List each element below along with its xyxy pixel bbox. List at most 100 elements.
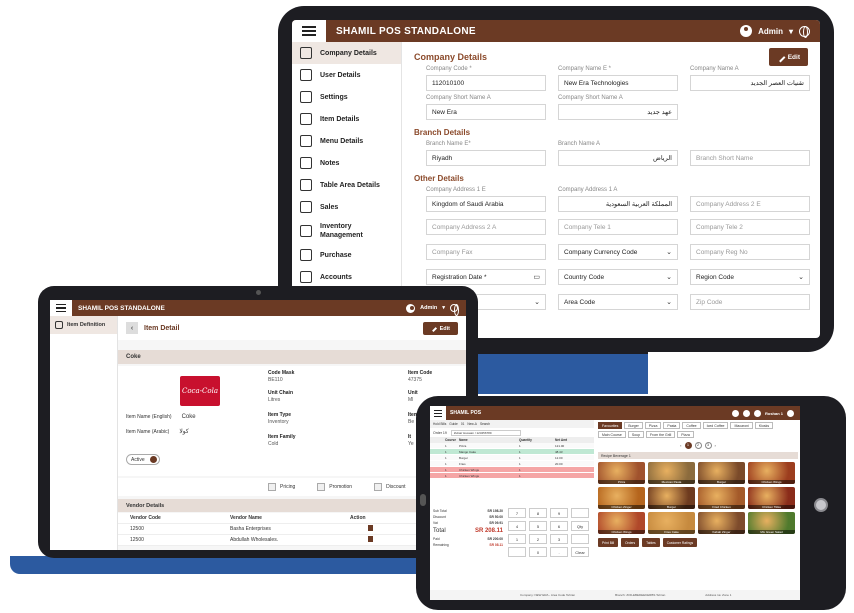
chevron-down-icon[interactable]: ▾ — [789, 27, 793, 36]
food-item[interactable]: Fried Chicken — [698, 487, 745, 509]
branch-name-e-field[interactable]: Riyadh — [426, 150, 546, 166]
keypad-key[interactable]: 0 — [529, 547, 547, 557]
edit-button[interactable]: Edit — [422, 322, 458, 335]
food-item[interactable]: Fries Cake — [648, 512, 695, 534]
category-tab[interactable]: Coffee — [682, 422, 701, 429]
address1e-field[interactable]: Kingdom of Saudi Arabia — [426, 196, 546, 212]
keypad-key[interactable]: 1 — [508, 534, 526, 544]
sidebar-item-purchase[interactable]: Purchase — [292, 244, 401, 266]
food-item[interactable]: Burger — [648, 487, 695, 509]
keypad-key[interactable]: 8 — [529, 508, 547, 518]
registration-date-field[interactable]: Registration Date * ▭ — [426, 269, 546, 285]
category-tab[interactable]: Macaroni — [730, 422, 753, 429]
keypad-key[interactable]: 5 — [529, 521, 547, 531]
customer-field[interactable]: Zubair Hussain / 123456789 — [450, 429, 521, 436]
status-icon[interactable] — [753, 409, 761, 417]
sidebar-item-inventory[interactable]: Inventory Management — [292, 218, 401, 244]
keypad-key[interactable]: . — [550, 547, 568, 557]
pricing-checkbox[interactable]: Pricing — [268, 483, 295, 491]
category-tab[interactable]: Kiosks — [754, 422, 774, 429]
chevron-down-icon[interactable]: ▾ — [442, 305, 445, 311]
sidebar-item-menu-details[interactable]: Menu Details — [292, 130, 401, 152]
status-icon[interactable] — [742, 409, 750, 417]
sidebar-item-accounts[interactable]: Accounts — [292, 266, 401, 288]
food-item[interactable]: Chicken Zinger — [598, 487, 645, 509]
address2a-field[interactable]: Company Address 2 A — [426, 219, 546, 235]
food-item[interactable]: Pizza — [598, 462, 645, 484]
delete-icon[interactable] — [368, 525, 373, 531]
action-button[interactable]: Tables — [642, 538, 660, 547]
keypad-key[interactable] — [508, 547, 526, 557]
category-tab[interactable]: Burger — [624, 422, 643, 429]
chevron-right-icon[interactable]: › — [715, 443, 716, 448]
region-select[interactable]: Region Code ⌄ — [690, 269, 810, 285]
category-tab[interactable]: Favourites — [598, 422, 623, 429]
food-item[interactable]: Mix Green Salad — [748, 512, 795, 534]
sidebar-item-table-area-details[interactable]: Table Area Details — [292, 174, 401, 196]
category-tab[interactable]: Pasta — [663, 422, 681, 429]
keypad-key[interactable]: Qty — [571, 521, 589, 531]
page-button[interactable]: 2 — [694, 441, 702, 449]
address2e-field[interactable]: Company Address 2 E — [690, 196, 810, 212]
tele2-field[interactable]: Company Tele 2 — [690, 219, 810, 235]
short-name-e-field[interactable]: New Era — [426, 104, 546, 120]
user-name[interactable]: Admin — [758, 27, 783, 36]
company-name-a-field[interactable]: تقنيات العصر الجديد — [690, 75, 810, 91]
sidebar-item-notes[interactable]: Notes — [292, 152, 401, 174]
promotion-checkbox[interactable]: Promotion — [317, 483, 352, 491]
tablet-home-button[interactable] — [814, 498, 828, 512]
action-button[interactable]: Orders — [621, 538, 640, 547]
keypad-key[interactable] — [571, 508, 589, 518]
keypad-key[interactable]: 6 — [550, 521, 568, 531]
page-button[interactable]: 1 — [684, 441, 692, 449]
toolbar-table[interactable]: 01 — [461, 422, 465, 426]
user-avatar-icon[interactable] — [406, 303, 416, 313]
action-button[interactable]: Customer Ratings — [662, 538, 698, 547]
food-item[interactable]: Mexican Pasta — [648, 462, 695, 484]
discount-checkbox[interactable]: Discount — [374, 483, 406, 491]
category-tab[interactable]: Iced Coffee — [702, 422, 729, 429]
delete-icon[interactable] — [368, 536, 373, 542]
keypad-key[interactable]: 7 — [508, 508, 526, 518]
page-button[interactable]: 3 — [704, 441, 712, 449]
reg-no-field[interactable]: Company Reg No — [690, 244, 810, 260]
sidebar-item-sales[interactable]: Sales — [292, 196, 401, 218]
toolbar-hold-bills[interactable]: Hold Bills — [433, 422, 446, 426]
branch-name-a-field[interactable]: الرياض — [558, 150, 678, 166]
action-button[interactable]: Print Bill — [598, 538, 619, 547]
hamburger-menu-icon[interactable] — [50, 300, 72, 316]
zip-field[interactable]: Zip Code — [690, 294, 810, 310]
keypad-key[interactable]: 3 — [550, 534, 568, 544]
edit-button[interactable]: Edit — [768, 48, 808, 66]
sidebar-item-company-details[interactable]: Company Details — [292, 42, 401, 64]
user-avatar-icon[interactable] — [740, 25, 753, 37]
company-code-field[interactable]: 112010100 — [426, 75, 546, 91]
keypad-key[interactable]: Clear — [571, 547, 589, 557]
active-toggle[interactable]: Active — [126, 454, 160, 465]
country-select[interactable]: Country Code ⌄ — [558, 269, 678, 285]
hamburger-menu-icon[interactable] — [292, 20, 326, 42]
order-line[interactable]: 1 Chicken Wings 1 — [430, 473, 594, 479]
language-globe-icon[interactable] — [787, 409, 794, 417]
language-globe-icon[interactable] — [450, 304, 459, 316]
company-name-e-field[interactable]: New Era Technologies — [558, 75, 678, 91]
food-item[interactable]: Burger — [698, 462, 745, 484]
currency-select[interactable]: Company Currency Code ⌄ — [558, 244, 678, 260]
food-item[interactable]: Chicken Wings — [598, 512, 645, 534]
category-tab[interactable]: Pizza — [644, 422, 662, 429]
toolbar-search[interactable]: Search — [480, 422, 490, 426]
language-globe-icon[interactable] — [799, 25, 810, 38]
status-icon[interactable] — [731, 409, 739, 417]
fax-field[interactable]: Company Fax — [426, 244, 546, 260]
sidebar-item-user-details[interactable]: User Details — [292, 64, 401, 86]
user-name[interactable]: Admin — [420, 305, 437, 311]
keypad-key[interactable]: 2 — [529, 534, 547, 544]
food-item[interactable]: Chicken Tikka — [748, 487, 795, 509]
category-tab[interactable]: Pizza — [677, 431, 694, 438]
keypad-key[interactable] — [571, 534, 589, 544]
branch-short-name-field[interactable]: Branch Short Name — [690, 150, 810, 166]
short-name-a-field[interactable]: عهد جديد — [558, 104, 678, 120]
toolbar-new[interactable]: New-A — [467, 422, 477, 426]
sidebar-item-item-details[interactable]: Item Details — [292, 108, 401, 130]
address1a-field[interactable]: المملكة العربية السعودية — [558, 196, 678, 212]
